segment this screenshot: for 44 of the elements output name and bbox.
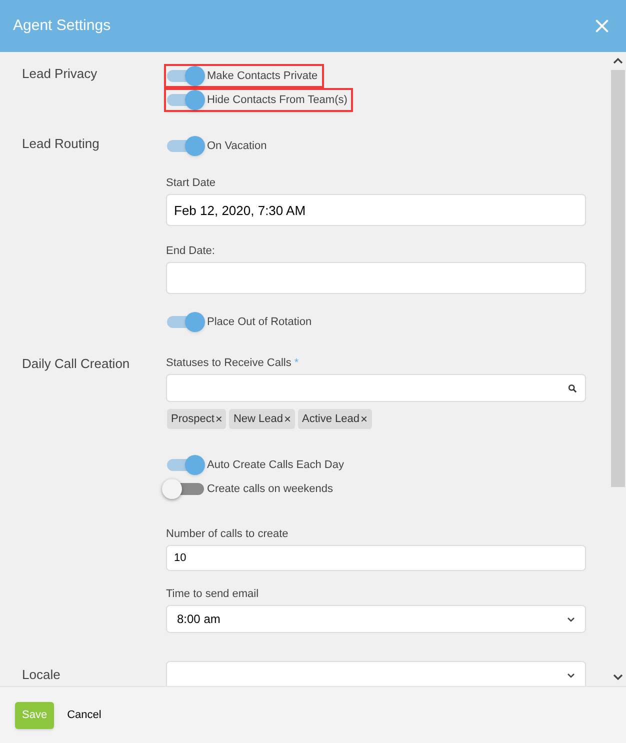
tag-remove-button[interactable]: × — [284, 413, 291, 425]
toggle-switch[interactable] — [166, 90, 206, 110]
tag-remove-button[interactable]: × — [215, 413, 222, 425]
dialog-title: Agent Settings — [13, 16, 111, 36]
dropdown[interactable]: 8:00 am — [166, 605, 586, 633]
section-label: Daily Call Creation — [22, 356, 131, 372]
tag-remove-button[interactable]: × — [360, 413, 368, 425]
toggle-label: Make Contacts Private — [207, 68, 318, 84]
date-field[interactable]: Feb 12, 2020, 7:30 AM — [166, 194, 586, 226]
scrollbar-thumb[interactable] — [611, 70, 625, 487]
search-icon — [568, 384, 577, 392]
required-mark: * — [294, 356, 299, 370]
close-button[interactable] — [594, 18, 610, 34]
field-label: End Date: — [166, 244, 215, 258]
field-label: Statuses to Receive Calls — [166, 356, 292, 370]
toggle-label: Auto Create Calls Each Day — [207, 458, 344, 473]
chevron-down-icon — [567, 672, 575, 678]
toggle-label: Hide Contacts From Team(s) — [207, 92, 348, 108]
dropdown-value: 8:00 am — [177, 611, 220, 628]
dropdown[interactable] — [166, 661, 586, 686]
search-field[interactable] — [166, 374, 586, 402]
toggle-label: Place Out of Rotation — [207, 314, 312, 330]
tag-text: Prospect — [171, 412, 214, 427]
toggle-switch[interactable] — [166, 66, 206, 86]
tag-text: Active Lead — [302, 412, 360, 427]
section-label: Lead Privacy — [22, 66, 98, 82]
number-field[interactable]: 10 — [166, 545, 586, 571]
date-field[interactable] — [166, 262, 586, 294]
scroll-down-icon — [612, 672, 624, 682]
field-label: Number of calls to create — [166, 527, 288, 541]
toggle-label: On Vacation — [207, 138, 267, 154]
toggle-switch[interactable] — [166, 312, 206, 332]
toggle-switch[interactable] — [166, 455, 206, 475]
cancel-button[interactable]: Cancel — [67, 702, 102, 728]
field-label: Time to send email — [166, 587, 259, 601]
close-icon — [595, 19, 609, 33]
section-label: Lead Routing — [22, 136, 100, 152]
field-label: Start Date — [166, 176, 216, 190]
scroll-up-icon — [612, 56, 624, 66]
toggle-switch[interactable] — [166, 136, 206, 156]
tag-text: New Lead — [233, 412, 283, 427]
chevron-down-icon — [567, 616, 575, 622]
toggle-label: Create calls on weekends — [207, 482, 333, 497]
section-label: Locale — [22, 667, 62, 683]
